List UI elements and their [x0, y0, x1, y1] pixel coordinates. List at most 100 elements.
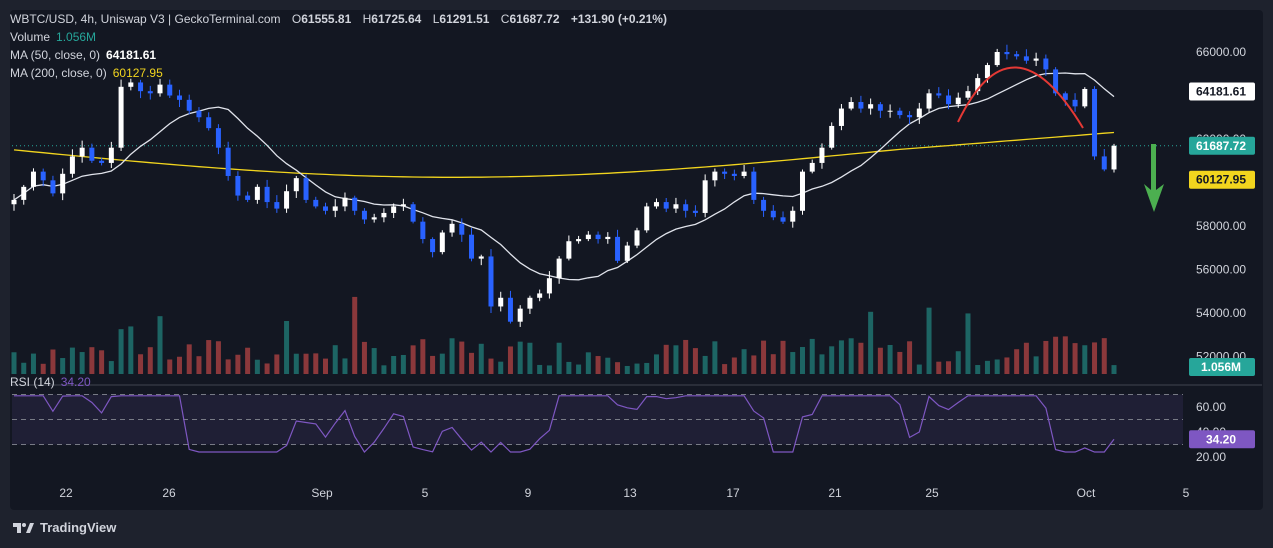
candle [761, 196, 767, 217]
candle [439, 230, 445, 255]
volume-bar [1082, 345, 1088, 374]
candle-body [60, 173, 66, 194]
volume-bar [215, 341, 221, 374]
candle [449, 220, 455, 237]
candle-body [907, 115, 913, 118]
candle-body [410, 204, 416, 222]
volume-bar [907, 341, 913, 374]
high-label: H [362, 12, 372, 26]
volume-bar [1092, 342, 1098, 374]
volume-bar [887, 344, 893, 374]
ma200-line [13, 131, 1115, 178]
legend-ohlc: WBTC/USD, 4h, Uniswap V3 | GeckoTerminal… [10, 10, 667, 28]
volume-bar [30, 353, 36, 374]
candle-body [293, 178, 299, 192]
candle [1033, 52, 1039, 67]
candle-body [206, 117, 212, 129]
ma200-label: MA (200, close, 0) [10, 66, 107, 80]
candle-body [284, 191, 290, 209]
volume-bar [206, 340, 212, 374]
candle [615, 229, 621, 264]
candle-body [381, 212, 387, 218]
candle-body [1082, 88, 1088, 107]
candle [770, 205, 776, 221]
volume-bar [751, 355, 757, 374]
candle-body [585, 234, 591, 240]
candle-body [868, 104, 874, 109]
candle-body [517, 308, 523, 322]
candle-body [1092, 88, 1098, 157]
candle [342, 192, 348, 212]
candle-body [99, 160, 105, 163]
candle [868, 98, 874, 115]
candle [644, 202, 650, 233]
candle [634, 227, 640, 249]
volume-bar [254, 359, 260, 374]
volume-bar [1004, 357, 1010, 374]
legend-ma200[interactable]: MA (200, close, 0) 60127.95 [10, 64, 163, 82]
close-price-tag: 61687.72 [1189, 136, 1255, 155]
candle-body [936, 93, 942, 96]
candle [108, 141, 114, 168]
ma50-price-tag-text: 64181.61 [1196, 85, 1246, 99]
rsi-tick-label: 60.00 [1196, 400, 1226, 414]
candle [303, 174, 309, 204]
candle-body [254, 186, 260, 200]
candle [673, 197, 679, 213]
candle [332, 199, 338, 218]
candle [1082, 87, 1088, 109]
candle [624, 241, 630, 264]
candle-body [420, 221, 426, 240]
volume-bar [848, 338, 854, 374]
volume-bar [459, 341, 465, 374]
candle [1004, 44, 1010, 60]
candle-body [1111, 145, 1117, 170]
legend-volume[interactable]: Volume 1.056M [10, 28, 96, 46]
volume-bar [361, 341, 367, 374]
candle [595, 231, 601, 244]
volume-bar [975, 365, 981, 374]
candle [799, 169, 805, 215]
volume-bar [1023, 342, 1029, 374]
candle-body [566, 241, 572, 259]
legend-rsi[interactable]: RSI (14) 34.20 [10, 375, 91, 389]
candle-body [274, 202, 280, 209]
candle [1092, 86, 1098, 160]
candle [206, 112, 212, 131]
candle [887, 104, 893, 118]
candle [1111, 143, 1117, 173]
candle [361, 208, 367, 224]
candle-body [751, 171, 757, 200]
volume-bar [245, 347, 251, 374]
tradingview-logo-icon [13, 522, 34, 533]
volume-bar [1072, 343, 1078, 374]
candle-body [527, 297, 533, 309]
volume-bar [284, 321, 290, 374]
volume-label: Volume [10, 30, 51, 44]
volume-bar [1111, 365, 1117, 374]
down-arrow-annotation [1144, 144, 1164, 212]
candle-body [712, 171, 718, 181]
volume-bar [439, 353, 445, 374]
open-label: O [291, 12, 302, 26]
legend-ma50[interactable]: MA (50, close, 0) 64181.61 [10, 46, 156, 64]
candle-body [400, 204, 406, 207]
candle-body [722, 171, 728, 174]
volume-bar [1033, 356, 1039, 374]
candle-body [264, 186, 270, 203]
candle-body [459, 223, 465, 235]
chart-svg[interactable]: 66000.0064000.0062000.0060000.0058000.00… [0, 0, 1273, 548]
tradingview-footer[interactable]: TradingView [12, 520, 116, 535]
volume-bar [430, 355, 436, 374]
candle-body [1004, 52, 1010, 55]
candle-body [556, 258, 562, 279]
rsi-tick-label: 20.00 [1196, 450, 1226, 464]
candle [877, 101, 883, 118]
candle-body [391, 206, 397, 213]
volume-bar [225, 359, 231, 374]
volume-bar [128, 326, 134, 374]
price-tick-label: 66000.00 [1196, 45, 1246, 59]
candle [420, 217, 426, 244]
candle [352, 195, 358, 216]
volume-bar [615, 362, 621, 374]
